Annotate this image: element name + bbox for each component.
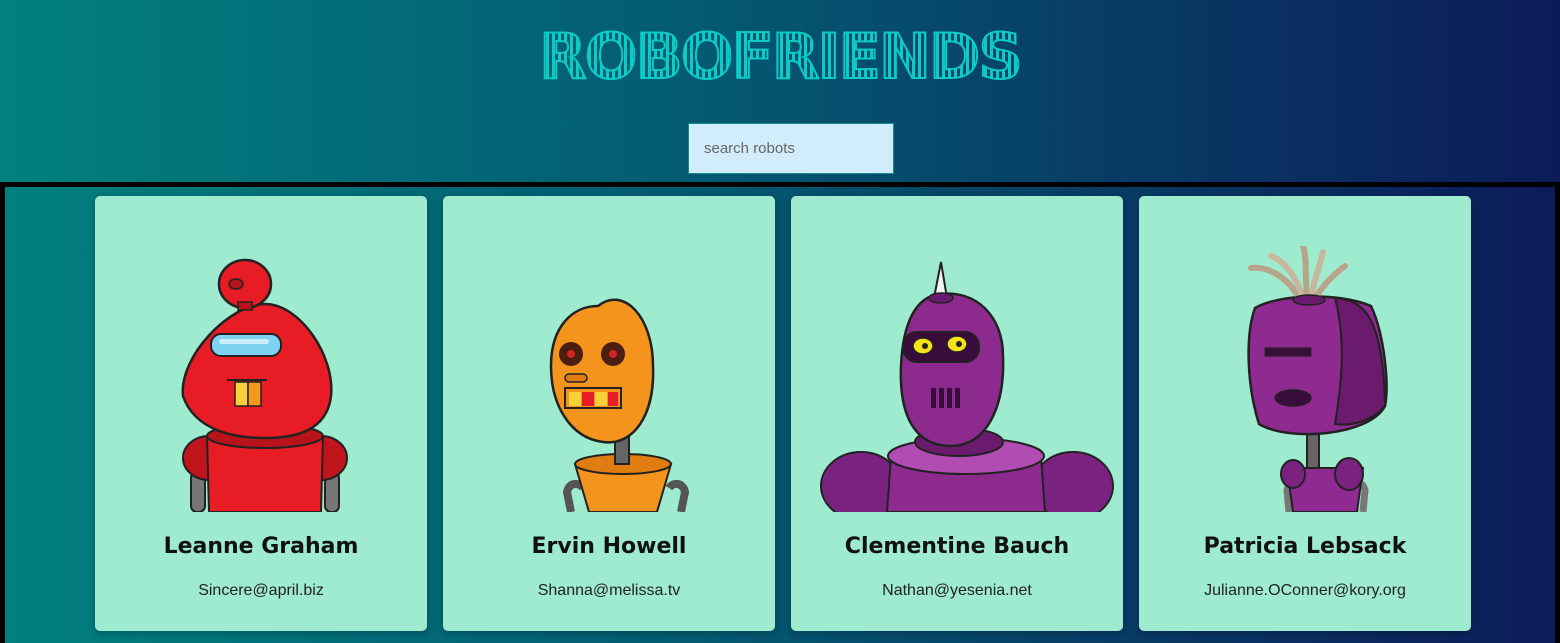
- robot-email: Sincere@april.biz: [198, 582, 324, 599]
- robot-avatar: [791, 246, 1123, 512]
- robot-avatar: [443, 246, 775, 512]
- header: ROBOFRIENDS: [0, 0, 1560, 182]
- robot-avatar: [1139, 246, 1471, 512]
- robot-card[interactable]: Leanne Graham Sincere@april.biz: [95, 196, 427, 631]
- page-title: ROBOFRIENDS: [0, 21, 1560, 93]
- robot-card[interactable]: Ervin Howell Shanna@melissa.tv: [443, 196, 775, 631]
- search-input[interactable]: [688, 123, 894, 174]
- robot-name: Patricia Lebsack: [1203, 534, 1407, 559]
- robot-avatar: [95, 246, 427, 512]
- robot-card[interactable]: Patricia Lebsack Julianne.OConner@kory.o…: [1139, 196, 1471, 631]
- robot-email: Shanna@melissa.tv: [537, 582, 681, 599]
- robot-card[interactable]: Clementine Bauch Nathan@yesenia.net: [791, 196, 1123, 631]
- robot-name: Leanne Graham: [163, 534, 359, 559]
- robot-email: Nathan@yesenia.net: [882, 582, 1032, 599]
- robot-name: Ervin Howell: [531, 534, 687, 559]
- robot-name: Clementine Bauch: [844, 534, 1070, 559]
- robot-email: Julianne.OConner@kory.org: [1204, 582, 1406, 599]
